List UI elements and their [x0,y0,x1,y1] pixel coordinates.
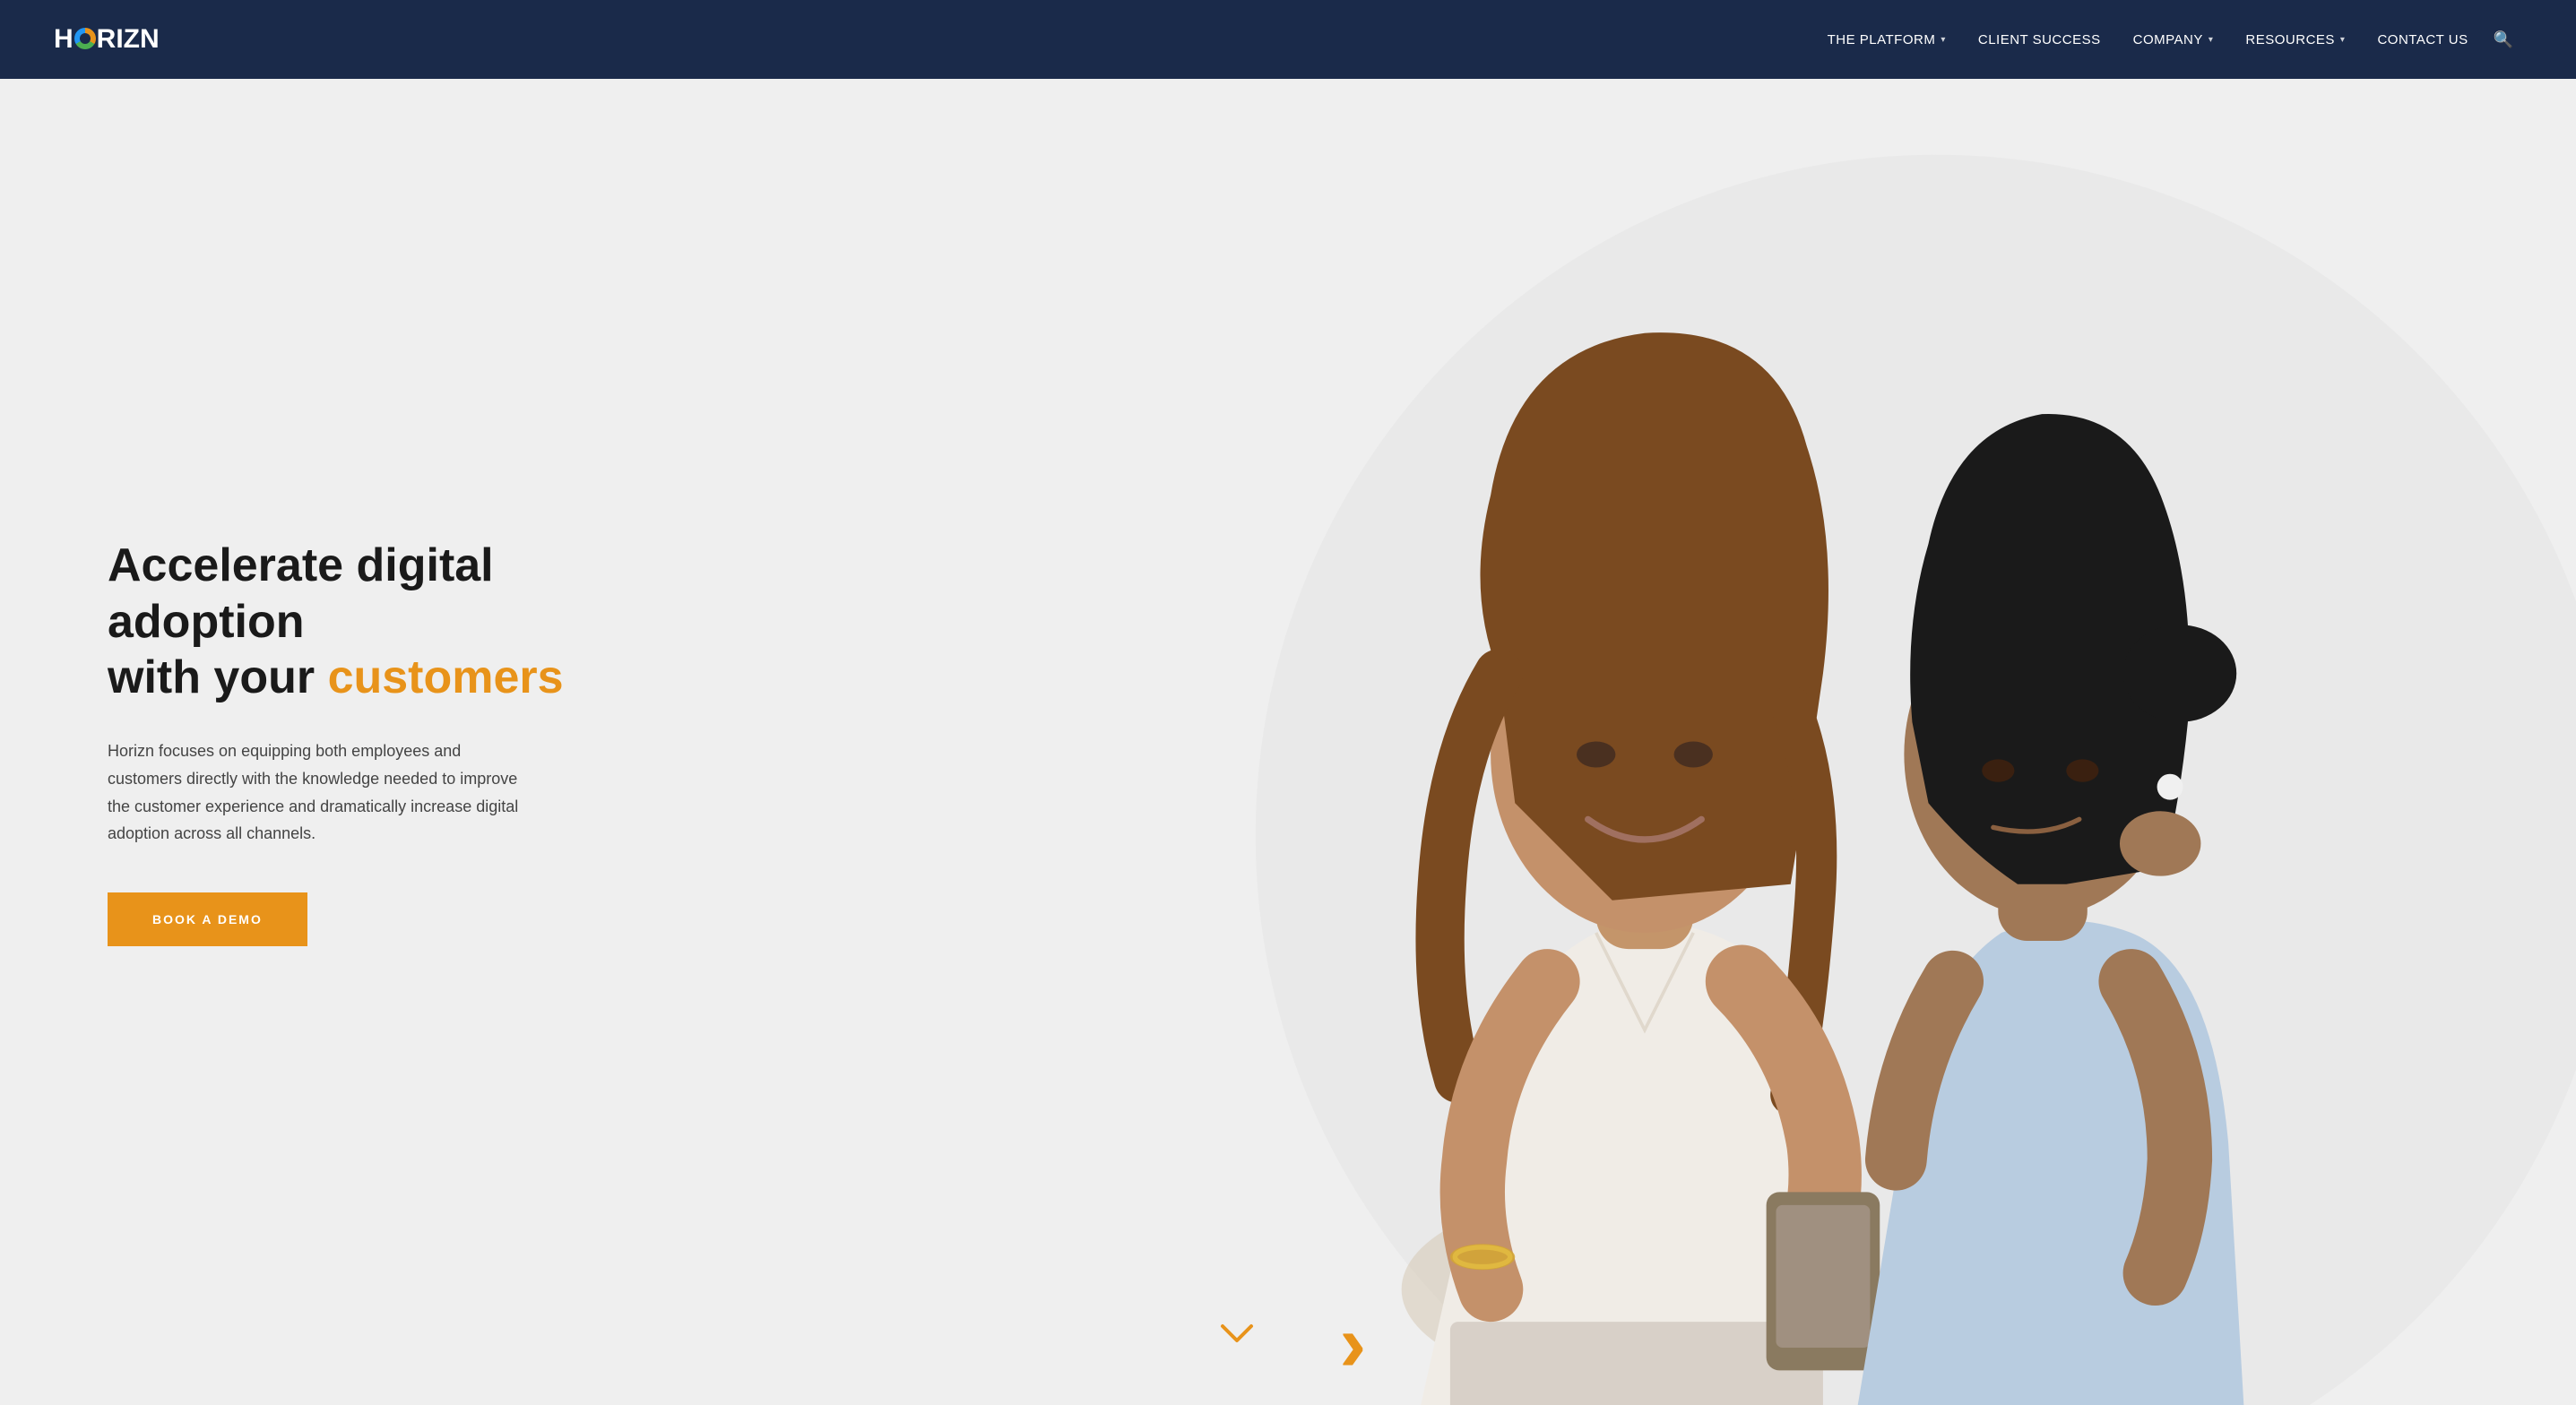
svg-text:›: › [1339,1297,1366,1388]
nav-item-company[interactable]: COMPANY ▾ [2117,25,2230,55]
search-icon[interactable]: 🔍 [2485,23,2522,56]
nav-item-platform[interactable]: THE PLATFORM ▾ [1811,25,1962,55]
nav-link-contact[interactable]: CONTACT US [2361,25,2484,55]
hero-title-line1: Accelerate digital adoption [108,539,494,647]
book-demo-button[interactable]: BOOK A DEMO [108,892,307,946]
logo-o-icon [74,28,96,49]
nav-label-company: COMPANY [2133,32,2203,47]
nav-item-client-success[interactable]: CLIENT SUCCESS [1962,25,2117,55]
nav-item-resources[interactable]: RESOURCES ▾ [2229,25,2361,55]
hero-section: Accelerate digital adoption with your cu… [0,79,2576,1405]
chevron-down-icon-company: ▾ [2209,35,2214,45]
nav-label-contact: CONTACT US [2377,32,2468,47]
hero-description: Horizn focuses on equipping both employe… [108,737,538,847]
nav-link-client-success[interactable]: CLIENT SUCCESS [1962,25,2117,55]
hero-title: Accelerate digital adoption with your cu… [108,538,627,705]
logo-h-letter: H [54,24,73,55]
chevron-down-icon-platform: ▾ [1941,35,1946,45]
nav-link-platform[interactable]: THE PLATFORM ▾ [1811,25,1962,55]
hero-people-svg: › [876,79,2576,1405]
nav-item-search[interactable]: 🔍 [2485,30,2522,49]
hero-content: Accelerate digital adoption with your cu… [0,466,627,1018]
hero-title-highlight: customers [328,651,564,703]
nav-label-client-success: CLIENT SUCCESS [1978,32,2101,47]
nav-label-platform: THE PLATFORM [1828,32,1936,47]
scroll-chevron[interactable] [1219,1318,1255,1351]
hero-illustration: › [1031,79,2576,1405]
nav-label-resources: RESOURCES [2245,32,2335,47]
navbar: H RIZN THE PLATFORM ▾ CLIENT SUCCESS COM… [0,0,2576,79]
logo-rizn-letters: RIZN [97,24,160,55]
chevron-down-icon-resources: ▾ [2340,35,2346,45]
chevron-down-icon [1219,1323,1255,1344]
logo[interactable]: H RIZN [54,24,160,55]
nav-link-company[interactable]: COMPANY ▾ [2117,25,2230,55]
nav-item-contact[interactable]: CONTACT US [2361,25,2484,55]
hero-title-line2-plain: with your [108,651,328,703]
nav-link-resources[interactable]: RESOURCES ▾ [2229,25,2361,55]
nav-links: THE PLATFORM ▾ CLIENT SUCCESS COMPANY ▾ … [1811,25,2522,55]
